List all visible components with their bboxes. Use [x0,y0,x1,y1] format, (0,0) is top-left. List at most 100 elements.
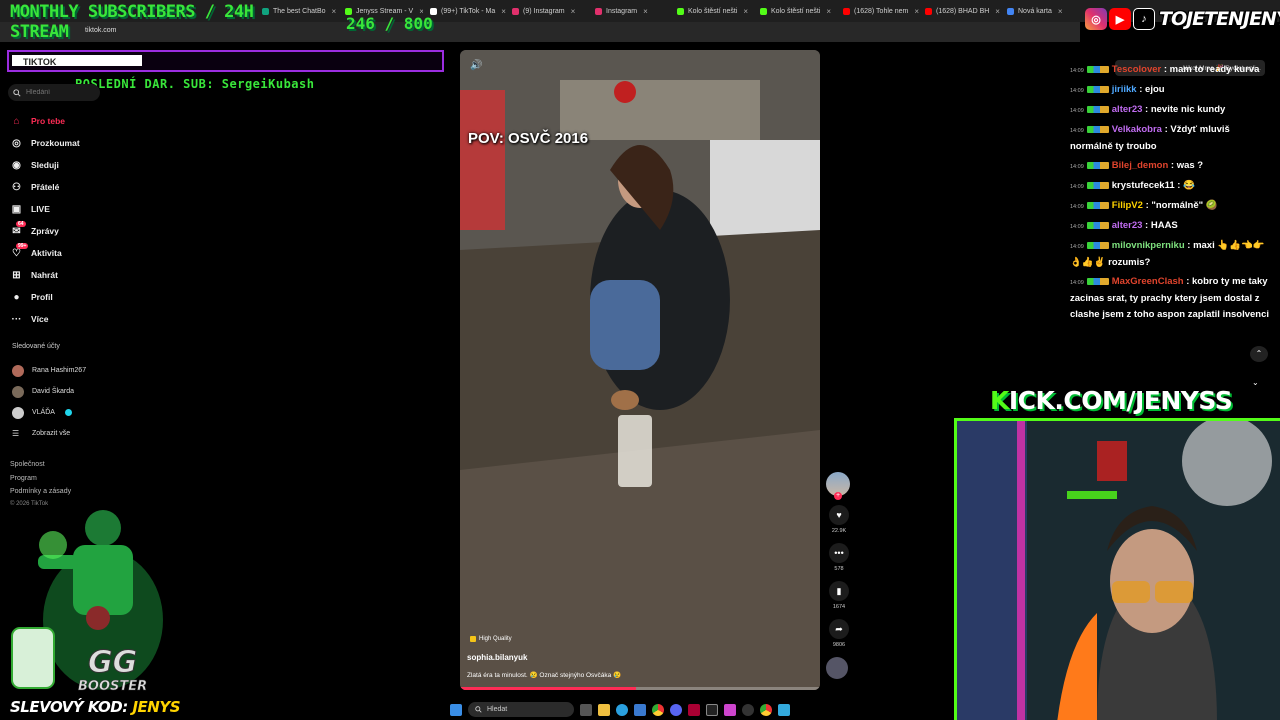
chrome-alt-icon[interactable] [760,703,772,716]
followed-accounts: Rana Hashim267 David Škarda VLÁĎA ☰ Zobrazit… [12,360,86,444]
store-icon[interactable] [634,703,646,716]
browser-tab[interactable]: (1628) BHAD BH × [925,4,1003,18]
tab-close-icon[interactable]: × [643,7,648,16]
comment-button[interactable]: ••• 578 [826,543,852,572]
windows-start-icon[interactable] [450,703,462,716]
tab-favicon-icon [512,7,519,15]
save-button[interactable]: ▮ 1674 [826,581,852,610]
nav-item[interactable]: ◉ Sleduji [10,154,80,176]
nav-item[interactable]: ♡ Aktivita 99+ [10,242,80,264]
tab-close-icon[interactable]: × [571,7,576,16]
follow-plus-icon[interactable]: + [834,492,842,500]
music-disc-icon[interactable] [826,657,848,679]
chat-username[interactable]: FilipV2 [1112,200,1143,211]
task-view-icon[interactable] [580,703,592,716]
chat-username[interactable]: MaxGreenClash [1112,276,1184,287]
nav-item[interactable]: ··· Více [10,308,80,330]
volume-icon[interactable]: 🔊 [470,60,482,71]
chat-panel: 14:09 Tescolover : mam to ready kurva 14:0… [1070,62,1270,326]
browser-tab[interactable]: (9) Instagram × [512,4,590,18]
chat-badges-icon [1086,65,1109,73]
footer-link[interactable]: Program [10,472,71,486]
video-player[interactable]: 🔊 POV: OSVČ 2016 High Quality sophia.bil… [460,50,820,690]
followed-account[interactable]: VLÁĎA [12,402,86,423]
like-button[interactable]: ♥ 22.9K [826,505,852,534]
edge-icon[interactable] [616,703,628,716]
browser-tab[interactable]: Kolo štěstí nešti × [677,4,755,18]
show-all-link[interactable]: ☰ Zobrazit vše [12,423,86,444]
nav-item[interactable]: ◎ Prozkoumat [10,132,80,154]
nav-item-label: LIVE [31,204,50,214]
tiktok-search[interactable] [8,84,100,101]
browser-tab[interactable]: Instagram × [595,4,673,18]
chat-username[interactable]: Tescolover [1112,64,1161,75]
followed-account[interactable]: David Škarda [12,381,86,402]
chat-message: 14:09 jiriikk : ejou [1070,82,1270,99]
chat-message: 14:09 Velkakobra : Vždyť mluviš normálně … [1070,122,1270,155]
nav-item[interactable]: ⊞ Nahrát [10,264,80,286]
creator-avatar[interactable]: + [826,472,850,500]
donation-bar-label: TIKTOK [23,57,57,67]
upload-icon: ⊞ [12,269,21,281]
chat-message: 14:09 alter23 : nevite nic kundy [1070,102,1270,119]
steam-icon[interactable] [742,703,754,716]
tab-close-icon[interactable]: × [995,7,1000,16]
nav-item-label: Profil [31,292,53,302]
nav-item-label: Zprávy [31,226,59,236]
chat-text: : "normálně" 🥝 [1145,200,1218,211]
nav-item[interactable]: ⚇ Přátelé [10,176,80,198]
search-input[interactable] [26,89,96,96]
chrome-icon[interactable] [652,703,664,716]
chat-timestamp: 14:09 [1070,164,1084,170]
friends-icon: ⚇ [12,181,21,193]
tab-close-icon[interactable]: × [1058,7,1063,16]
chat-username[interactable]: Velkakobra [1112,124,1162,135]
nav-item[interactable]: ▣ LIVE [10,198,80,220]
tab-close-icon[interactable]: × [914,7,919,16]
notepad-icon[interactable] [778,703,790,716]
tab-close-icon[interactable]: × [826,7,831,16]
tab-close-icon[interactable]: × [332,7,337,16]
share-button[interactable]: ➦ 9806 [826,619,852,648]
chat-username[interactable]: milovnikperniku [1112,240,1185,251]
chat-badges-icon [1086,105,1109,113]
avatar [12,364,24,377]
following-icon: ◉ [12,159,21,171]
taskbar-search[interactable]: Hledat [468,702,574,717]
terminal-icon[interactable] [706,703,718,716]
home-icon: ⌂ [13,115,20,127]
chat-scroll-down-icon[interactable]: ⌄ [1252,378,1259,387]
browser-tab[interactable]: Kolo štěstí nešti × [760,4,838,18]
share-icon: ➦ [829,619,849,639]
tab-favicon-icon [595,7,602,15]
browser-tab[interactable]: Nová karta × [1007,4,1085,18]
discord-icon[interactable] [670,703,682,716]
video-progress-bar[interactable] [460,687,820,690]
chat-username[interactable]: Bilej_demon [1112,160,1169,171]
chat-username[interactable]: jiriikk [1112,84,1137,95]
chat-scroll-up-icon[interactable]: ⌃ [1250,346,1268,362]
tab-label: Kolo štěstí nešti [771,7,821,15]
tab-close-icon[interactable]: × [501,7,506,16]
chat-username[interactable]: alter23 [1112,104,1143,115]
live-icon: ▣ [11,203,22,215]
obs-icon[interactable] [724,703,736,716]
browser-tab[interactable]: (99+) TikTok - Ma × [430,4,508,18]
browser-tab[interactable]: (1628) Tohle nem × [843,4,921,18]
footer-link[interactable]: Společnost [10,458,71,472]
video-author[interactable]: sophia.bilanyuk [467,653,527,662]
nav-item-label: Více [31,314,49,324]
app-icon[interactable] [688,703,700,716]
tab-close-icon[interactable]: × [743,7,748,16]
nav-item[interactable]: ✉ Zprávy 64 [10,220,80,242]
chat-username[interactable]: krystufecek11 [1112,180,1175,191]
footer-link[interactable]: Podmínky a zásady [10,485,71,499]
nav-item[interactable]: ⌂ Pro tebe [10,110,80,132]
followed-account[interactable]: Rana Hashim267 [12,360,86,381]
chat-text: : ejou [1139,84,1165,95]
file-explorer-icon[interactable] [598,703,610,716]
nav-item[interactable]: ● Profil [10,286,80,308]
chat-badges-icon [1086,201,1109,209]
tab-label: (1628) Tohle nem [854,7,909,15]
chat-username[interactable]: alter23 [1112,220,1143,231]
